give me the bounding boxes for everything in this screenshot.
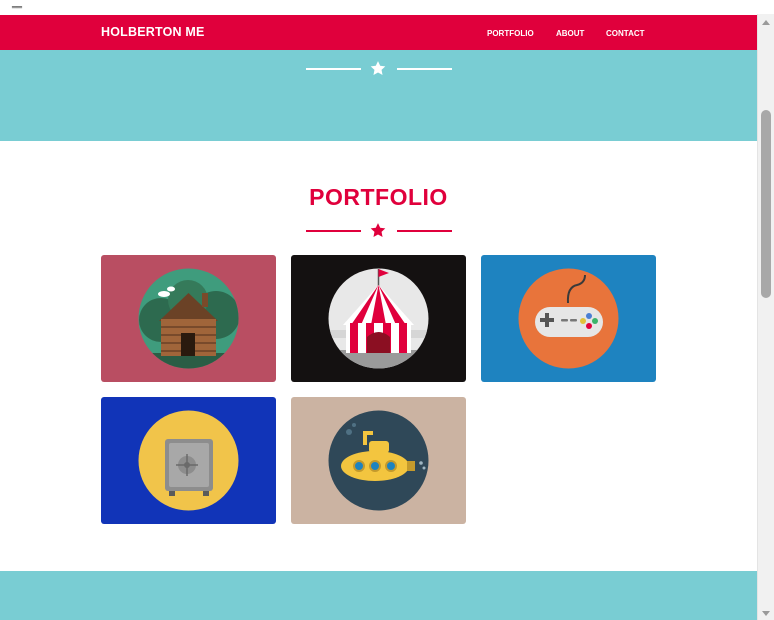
scroll-thumb[interactable] bbox=[761, 110, 771, 298]
hero-divider-left bbox=[306, 68, 361, 70]
circus-tent-icon bbox=[328, 268, 429, 369]
portfolio-item-safe[interactable] bbox=[101, 397, 276, 524]
navbar: HOLBERTON ME PORTFOLIO ABOUT CONTACT bbox=[0, 15, 757, 50]
vertical-scrollbar[interactable] bbox=[757, 14, 774, 620]
portfolio-item-submarine[interactable] bbox=[291, 397, 466, 524]
nav-link-contact[interactable]: CONTACT bbox=[606, 29, 645, 38]
footer-section bbox=[0, 571, 757, 620]
brand-link[interactable]: HOLBERTON ME bbox=[101, 25, 205, 39]
nav-link-portfolio[interactable]: PORTFOLIO bbox=[487, 29, 534, 38]
hero-section bbox=[0, 50, 757, 141]
game-controller-icon bbox=[518, 268, 619, 369]
scroll-down-arrow-icon[interactable] bbox=[762, 611, 770, 616]
nav-link-about[interactable]: ABOUT bbox=[556, 29, 584, 38]
portfolio-item-circus[interactable] bbox=[291, 255, 466, 382]
tab-mark-icon: ‗‗ bbox=[12, 0, 22, 9]
safe-icon bbox=[138, 410, 239, 511]
portfolio-title: PORTFOLIO bbox=[309, 184, 448, 210]
portfolio-star-icon bbox=[370, 223, 386, 237]
submarine-icon bbox=[328, 410, 429, 511]
window-top-strip: ‗‗ bbox=[0, 0, 774, 14]
portfolio-item-cabin[interactable] bbox=[101, 255, 276, 382]
scroll-up-arrow-icon[interactable] bbox=[762, 20, 770, 25]
page-viewport: HOLBERTON ME PORTFOLIO ABOUT CONTACT POR… bbox=[0, 14, 757, 620]
hero-divider-right bbox=[397, 68, 452, 70]
log-cabin-icon bbox=[138, 268, 239, 369]
hero-star-icon bbox=[370, 61, 386, 75]
portfolio-divider-left bbox=[306, 230, 361, 232]
portfolio-item-controller[interactable] bbox=[481, 255, 656, 382]
portfolio-divider-right bbox=[397, 230, 452, 232]
